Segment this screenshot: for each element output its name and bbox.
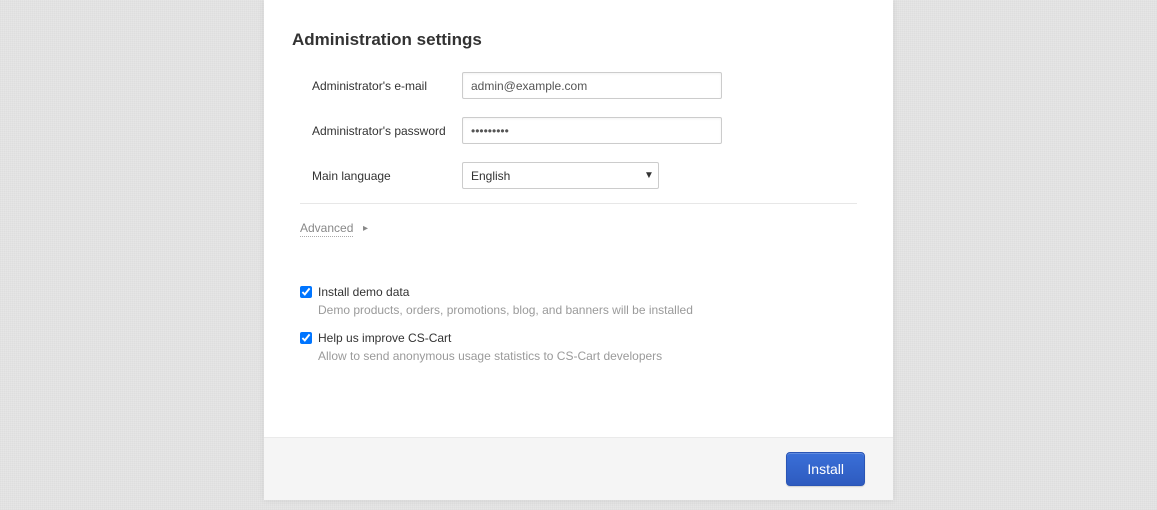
divider: [300, 203, 857, 204]
caret-right-icon: ▸: [363, 223, 368, 234]
install-demo-checkbox[interactable]: [300, 286, 312, 298]
admin-password-input[interactable]: [462, 117, 722, 144]
install-demo-label: Install demo data: [318, 285, 409, 299]
install-demo-desc: Demo products, orders, promotions, blog,…: [300, 303, 865, 317]
language-label: Main language: [292, 169, 462, 183]
language-select-value: English: [463, 169, 640, 183]
install-button[interactable]: Install: [786, 452, 865, 486]
improve-label: Help us improve CS-Cart: [318, 331, 451, 345]
password-label: Administrator's password: [292, 124, 462, 138]
chevron-down-icon: ▼: [640, 170, 658, 181]
admin-email-input[interactable]: [462, 72, 722, 99]
check-block-improve: Help us improve CS-Cart Allow to send an…: [292, 331, 865, 363]
advanced-toggle[interactable]: Advanced: [300, 221, 353, 237]
form-row-language: Main language English ▼: [292, 162, 865, 189]
page-title: Administration settings: [292, 30, 865, 50]
form-row-email: Administrator's e-mail: [292, 72, 865, 99]
improve-desc: Allow to send anonymous usage statistics…: [300, 349, 865, 363]
form-row-password: Administrator's password: [292, 117, 865, 144]
check-block-demo: Install demo data Demo products, orders,…: [292, 285, 865, 317]
panel-footer: Install: [264, 437, 893, 500]
email-label: Administrator's e-mail: [292, 79, 462, 93]
improve-checkbox[interactable]: [300, 332, 312, 344]
language-select[interactable]: English ▼: [462, 162, 659, 189]
